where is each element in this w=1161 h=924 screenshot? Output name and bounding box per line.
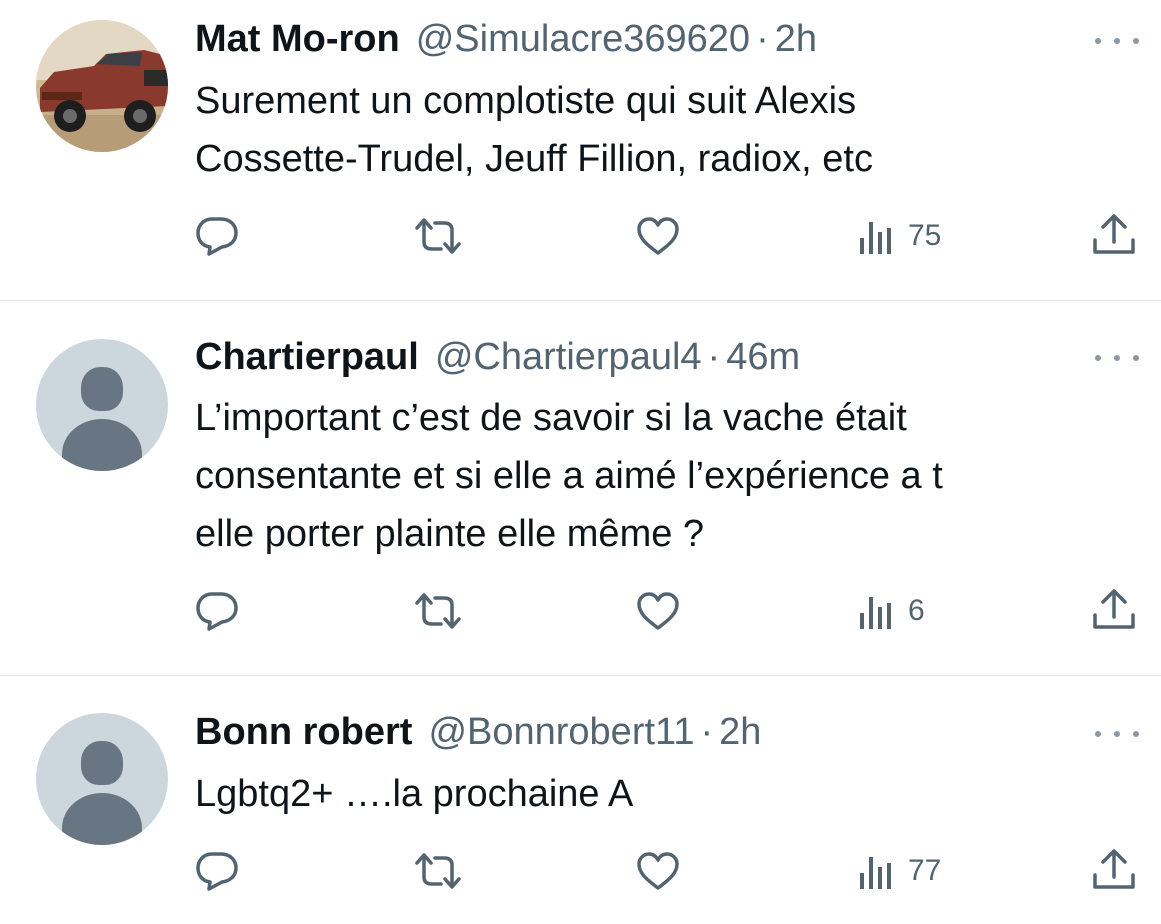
views-count: 77 xyxy=(908,854,942,887)
separator: · xyxy=(756,17,769,60)
tweet-header: Chartierpaul @Chartierpaul4 · 46m xyxy=(195,332,800,382)
views-icon xyxy=(860,857,891,889)
tweet-text-line: Cossette-Trudel, Jeuff Fillion, radiox, … xyxy=(195,138,873,180)
views-button[interactable]: 75 xyxy=(856,216,941,256)
default-profile-head xyxy=(81,367,123,411)
reply-feed: Mat Mo-ron @Simulacre369620 · 2h Suremen… xyxy=(0,0,1161,924)
display-name[interactable]: Mat Mo-ron xyxy=(195,18,400,61)
retweet-icon xyxy=(415,218,461,254)
tweet[interactable]: Bonn robert @Bonnrobert11 · 2h Lgbtq2+ …… xyxy=(0,676,1161,924)
reply-icon xyxy=(196,852,238,891)
retweet-icon xyxy=(415,853,461,889)
views-count: 6 xyxy=(908,594,925,627)
views-button[interactable]: 6 xyxy=(856,591,925,631)
user-handle[interactable]: @Simulacre369620 xyxy=(416,18,750,61)
more-icon[interactable] xyxy=(1095,26,1139,56)
timestamp[interactable]: 2h xyxy=(719,711,761,754)
more-icon[interactable] xyxy=(1095,719,1139,749)
share-icon xyxy=(1093,589,1135,629)
like-button[interactable] xyxy=(634,214,682,258)
avatar[interactable] xyxy=(36,20,168,152)
tweet[interactable]: Mat Mo-ron @Simulacre369620 · 2h Suremen… xyxy=(0,0,1161,300)
tweet-text-line: elle porter plainte elle même ? xyxy=(195,513,705,555)
like-icon xyxy=(637,852,679,890)
default-profile-body xyxy=(62,793,142,845)
retweet-icon xyxy=(415,593,461,629)
tweet-text-line: consentante et si elle a aimé l’expérien… xyxy=(195,455,943,497)
avatar[interactable] xyxy=(36,339,168,471)
retweet-button[interactable] xyxy=(412,849,464,893)
share-button[interactable] xyxy=(1090,847,1138,893)
timestamp[interactable]: 2h xyxy=(775,18,817,61)
truck-photo xyxy=(36,20,168,152)
views-icon xyxy=(860,597,891,629)
display-name[interactable]: Bonn robert xyxy=(195,711,412,754)
reply-icon xyxy=(196,592,238,631)
user-handle[interactable]: @Bonnrobert11 xyxy=(428,711,694,754)
reply-button[interactable] xyxy=(193,214,241,258)
default-profile-body xyxy=(62,419,142,471)
views-icon xyxy=(860,222,891,254)
default-profile-head xyxy=(81,741,123,785)
tweet-text: L’important c’est de savoir si la vache … xyxy=(195,389,1115,563)
reply-button[interactable] xyxy=(193,589,241,633)
like-button[interactable] xyxy=(634,589,682,633)
tweet-header: Bonn robert @Bonnrobert11 · 2h xyxy=(195,707,761,757)
more-icon[interactable] xyxy=(1095,343,1139,373)
tweet[interactable]: Chartierpaul @Chartierpaul4 · 46m L’impo… xyxy=(0,301,1161,675)
share-button[interactable] xyxy=(1090,212,1138,258)
display-name[interactable]: Chartierpaul xyxy=(195,336,419,379)
user-handle[interactable]: @Chartierpaul4 xyxy=(435,336,702,379)
share-button[interactable] xyxy=(1090,587,1138,633)
tweet-header: Mat Mo-ron @Simulacre369620 · 2h xyxy=(195,14,817,64)
retweet-button[interactable] xyxy=(412,214,464,258)
separator: · xyxy=(700,710,714,753)
views-button[interactable]: 77 xyxy=(856,851,941,891)
reply-button[interactable] xyxy=(193,849,241,893)
tweet-text-line: Lgbtq2+ ….la prochaine A xyxy=(195,773,634,815)
tweet-text-line: Surement un complotiste qui suit Alexis xyxy=(195,80,857,122)
separator: · xyxy=(707,335,721,378)
views-count: 75 xyxy=(908,219,942,252)
retweet-button[interactable] xyxy=(412,589,464,633)
tweet-text: Surement un complotiste qui suit Alexis … xyxy=(195,72,1115,188)
reply-icon xyxy=(196,217,238,256)
avatar[interactable] xyxy=(36,713,168,845)
timestamp[interactable]: 46m xyxy=(726,336,800,379)
like-button[interactable] xyxy=(634,849,682,893)
share-icon xyxy=(1093,849,1135,889)
like-icon xyxy=(637,217,679,255)
tweet-text-line: L’important c’est de savoir si la vache … xyxy=(195,397,907,439)
share-icon xyxy=(1093,214,1135,254)
like-icon xyxy=(637,592,679,630)
tweet-text: Lgbtq2+ ….la prochaine A xyxy=(195,765,1115,823)
